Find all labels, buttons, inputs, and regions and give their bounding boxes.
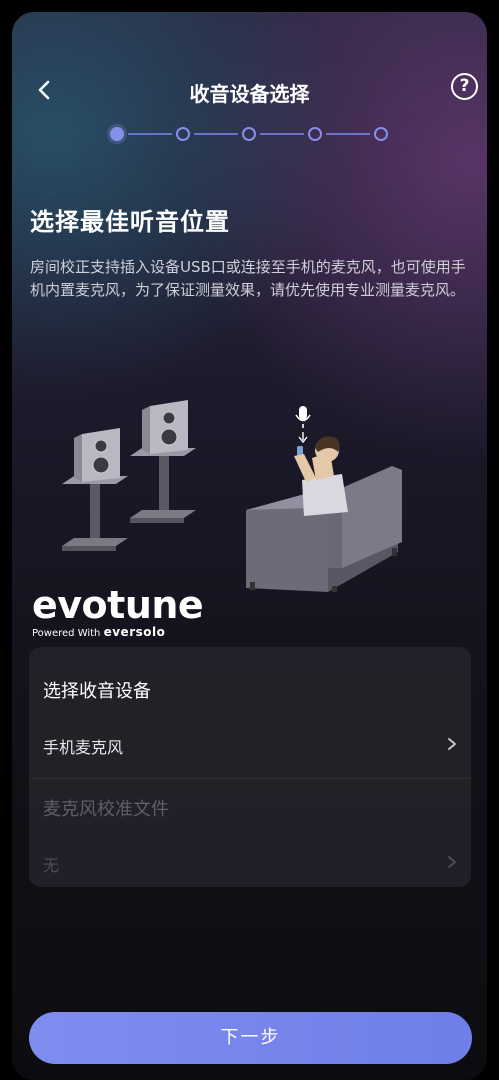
eversolo-logo: eversolo — [103, 625, 166, 639]
speaker-left-icon — [74, 428, 120, 482]
step-dot-1 — [110, 127, 124, 141]
device-select-row[interactable]: 手机麦克风 — [29, 724, 471, 764]
section-description: 房间校正支持插入设备USB口或连接至手机的麦克风，也可使用手机内置麦克风，为了保… — [30, 258, 466, 299]
step-dot-3 — [242, 127, 256, 141]
step-connector — [128, 133, 172, 135]
evotune-logo: evotune — [32, 583, 204, 627]
powered-prefix: Powered With — [32, 628, 101, 639]
chevron-right-icon — [448, 738, 456, 750]
next-step-button[interactable]: 下一步 — [29, 1012, 472, 1064]
listening-position-illustration — [62, 400, 402, 592]
calibration-value: 无 — [43, 856, 60, 875]
step-dot-5 — [374, 127, 388, 141]
chevron-right-icon — [448, 856, 456, 868]
calibration-file-row[interactable]: 无 — [29, 842, 471, 882]
microphone-icon — [295, 406, 311, 444]
step-connector — [194, 133, 238, 135]
speaker-right-icon — [142, 400, 188, 454]
help-button[interactable]: ? — [451, 73, 478, 100]
speaker-stand-left-icon — [62, 476, 128, 551]
step-connector — [326, 133, 370, 135]
step-dot-4 — [308, 127, 322, 141]
progress-stepper — [110, 124, 390, 144]
brand-logo: evotune Powered With eversolo — [32, 582, 204, 639]
step-connector — [260, 133, 304, 135]
device-section-title: 选择收音设备 — [43, 681, 151, 702]
step-dot-2 — [176, 127, 190, 141]
calibration-section-title: 麦克风校准文件 — [43, 799, 169, 820]
settings-card: 选择收音设备 手机麦克风 麦克风校准文件 无 — [29, 647, 471, 887]
speaker-stand-right-icon — [130, 448, 196, 523]
section-heading: 选择最佳听音位置 — [30, 208, 230, 236]
top-bar: 收音设备选择 ? — [12, 70, 487, 110]
app-screen: 收音设备选择 ? 选择最佳听音位置 房间校正支持插入设备USB口或连接至手机的麦… — [12, 12, 487, 1080]
device-value: 手机麦克风 — [43, 738, 124, 757]
card-divider — [29, 778, 471, 779]
page-title: 收音设备选择 — [189, 82, 310, 106]
